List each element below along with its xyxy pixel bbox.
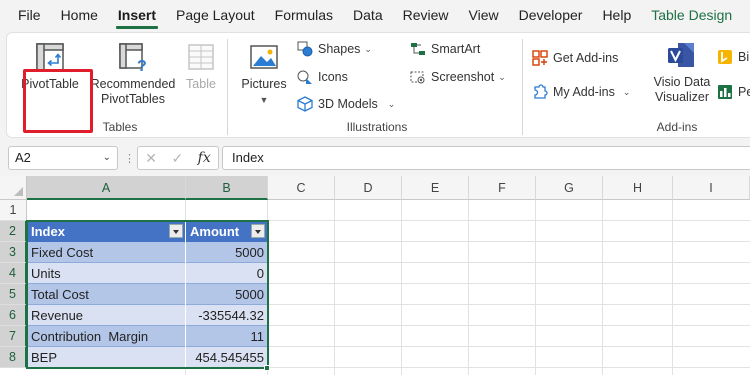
3d-cube-icon	[297, 96, 313, 112]
fill-handle[interactable]	[264, 365, 270, 371]
row-header-1[interactable]: 1	[0, 200, 27, 221]
shapes-icon	[297, 41, 313, 57]
people-graph-button[interactable]: Pe	[717, 84, 750, 100]
name-box-dropdown-icon[interactable]: ⌄	[103, 147, 111, 169]
bing-maps-button[interactable]: Bi	[717, 49, 749, 65]
column-header-a[interactable]: A	[27, 176, 186, 200]
bing-maps-label: Bi	[738, 50, 750, 64]
tab-data[interactable]: Data	[343, 0, 393, 30]
shapes-dropdown-icon: ⌄	[364, 43, 372, 54]
selection-border	[26, 220, 269, 369]
my-addins-label: My Add-ins	[553, 85, 615, 99]
column-header-f[interactable]: F	[469, 176, 536, 200]
get-addins-label: Get Add-ins	[553, 51, 619, 65]
get-addins-icon	[532, 50, 548, 66]
recommended-label-1: Recommended	[90, 77, 176, 91]
formula-input[interactable]: Index	[222, 146, 750, 170]
column-header-g[interactable]: G	[536, 176, 603, 200]
ribbon-panel: PivotTable ? Recommended PivotTables Tab…	[6, 32, 750, 138]
group-label-addins: Add-ins	[656, 120, 698, 134]
my-addins-icon	[534, 84, 548, 99]
tab-insert[interactable]: Insert	[108, 0, 166, 30]
people-graph-icon	[718, 85, 732, 99]
people-graph-label: Pe	[738, 85, 750, 99]
column-header-b[interactable]: B	[186, 176, 268, 200]
shapes-button[interactable]: Shapes ⌄	[297, 41, 372, 57]
column-header-h[interactable]: H	[603, 176, 673, 200]
formula-buttons: ✕ ✓ fx	[137, 146, 219, 170]
screenshot-label: Screenshot	[431, 70, 495, 84]
visio-data-visualizer-button[interactable]: Visio Data Visualizer	[651, 39, 713, 105]
tab-file[interactable]: File	[0, 0, 51, 30]
smartart-label: SmartArt	[431, 42, 481, 56]
group-separator	[522, 39, 523, 135]
3d-models-dropdown-icon: ⌄	[387, 98, 396, 109]
tab-review[interactable]: Review	[393, 0, 459, 30]
column-header-d[interactable]: D	[335, 176, 402, 200]
insert-function-button[interactable]: fx	[198, 150, 211, 166]
group-label-tables: Tables	[102, 120, 138, 134]
svg-text:?: ?	[137, 58, 147, 73]
row-header-8[interactable]: 8	[0, 347, 27, 368]
3d-models-label: 3D Models	[318, 97, 378, 111]
pictures-dropdown-icon: ▼	[259, 95, 269, 105]
table-button[interactable]: Table	[183, 41, 219, 92]
smartart-button[interactable]: SmartArt	[410, 41, 480, 57]
column-header-i[interactable]: I	[673, 176, 750, 200]
pictures-icon	[250, 45, 278, 69]
row-header-5[interactable]: 5	[0, 284, 27, 305]
visio-label-1: Visio Data	[653, 75, 711, 89]
screenshot-icon	[410, 71, 425, 84]
visio-icon	[668, 43, 694, 67]
row-header-2[interactable]: 2	[0, 221, 27, 242]
worksheet-grid[interactable]: A B C D E F G H I 1 2 3 4 5 6 7 8 Index …	[0, 176, 750, 375]
pictures-label: Pictures	[241, 77, 287, 91]
shapes-label: Shapes	[318, 42, 361, 56]
cancel-icon[interactable]: ✕	[145, 150, 157, 167]
smartart-icon	[411, 43, 425, 55]
visio-label-2: Visualizer	[655, 90, 709, 104]
icons-icon	[297, 70, 312, 84]
tab-table-design[interactable]: Table Design	[641, 0, 742, 30]
tab-help[interactable]: Help	[592, 0, 641, 30]
recommended-pivottables-icon: ?	[119, 43, 147, 73]
tab-home[interactable]: Home	[51, 0, 108, 30]
icons-button[interactable]: Icons	[297, 69, 348, 85]
pictures-button[interactable]: Pictures ▼	[237, 41, 291, 108]
row-header-4[interactable]: 4	[0, 263, 27, 284]
formula-bar: A2 ⌄ ⋮ ✕ ✓ fx Index	[0, 140, 750, 176]
table-icon	[188, 44, 214, 70]
column-header-e[interactable]: E	[402, 176, 469, 200]
tab-view[interactable]: View	[459, 0, 509, 30]
enter-check-icon[interactable]: ✓	[171, 150, 183, 167]
table-label: Table	[186, 77, 216, 91]
tab-page-layout[interactable]: Page Layout	[166, 0, 265, 30]
icons-label: Icons	[318, 70, 348, 84]
screenshot-dropdown-icon: ⌄	[498, 71, 506, 82]
ribbon: PivotTable ? Recommended PivotTables Tab…	[0, 30, 750, 140]
my-addins-dropdown-icon: ⌄	[622, 86, 631, 97]
pivottable-highlight-box	[23, 69, 93, 133]
name-box-value: A2	[15, 150, 31, 165]
row-header-6[interactable]: 6	[0, 305, 27, 326]
get-addins-button[interactable]: Get Add-ins	[532, 50, 618, 66]
tab-developer[interactable]: Developer	[509, 0, 593, 30]
ribbon-tabs: File Home Insert Page Layout Formulas Da…	[0, 0, 750, 30]
group-separator	[227, 39, 228, 135]
screenshot-button[interactable]: Screenshot ⌄	[410, 69, 506, 85]
select-all-button[interactable]	[0, 176, 27, 200]
row-header-7[interactable]: 7	[0, 326, 27, 347]
row-header-3[interactable]: 3	[0, 242, 27, 263]
tab-formulas[interactable]: Formulas	[265, 0, 343, 30]
recommended-label-2: PivotTables	[101, 92, 165, 106]
group-label-illustrations: Illustrations	[346, 120, 408, 134]
my-addins-button[interactable]: My Add-ins ⌄	[532, 84, 630, 100]
column-header-c[interactable]: C	[268, 176, 335, 200]
bing-maps-icon	[718, 50, 732, 64]
formula-bar-grip-icon[interactable]: ⋮	[124, 152, 135, 165]
name-box[interactable]: A2 ⌄	[8, 146, 118, 170]
3d-models-button[interactable]: 3D Models ⌄	[297, 96, 395, 112]
recommended-pivottables-button[interactable]: ? Recommended PivotTables	[87, 41, 179, 107]
